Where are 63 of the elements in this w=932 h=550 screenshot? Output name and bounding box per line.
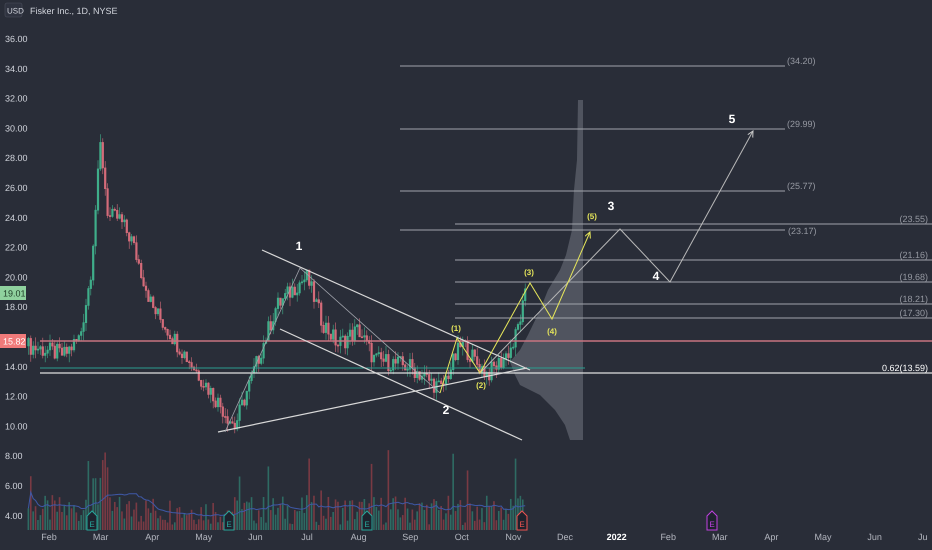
subwave-label: (1) bbox=[451, 324, 461, 333]
price-axis-label: 36.00 bbox=[5, 34, 28, 44]
fib-level-label: (29.99) bbox=[787, 119, 816, 129]
price-axis-label: 24.00 bbox=[5, 212, 28, 223]
time-axis-label: Dec bbox=[557, 532, 573, 542]
fib-level-label: (21.16) bbox=[899, 250, 928, 260]
subwave-label: (4) bbox=[547, 327, 557, 336]
price-axis-label: 26.00 bbox=[5, 183, 28, 193]
wave-label: 2 bbox=[442, 403, 450, 417]
time-axis-label: 2022 bbox=[606, 532, 627, 542]
fib-level-label: (23.17) bbox=[788, 226, 817, 236]
price-badge: 19.01 bbox=[0, 286, 26, 300]
time-axis-label: Jul bbox=[301, 532, 313, 542]
wave-label: 5 bbox=[728, 112, 736, 126]
price-axis-label: 18.00 bbox=[5, 302, 28, 312]
time-axis-label: Sep bbox=[402, 532, 418, 542]
earnings-marker[interactable]: E bbox=[86, 510, 98, 530]
fib-level-label: (34.20) bbox=[787, 56, 816, 66]
earnings-marker[interactable]: E bbox=[516, 510, 528, 530]
earnings-marker[interactable]: E bbox=[362, 510, 372, 530]
price-axis-label: 22.00 bbox=[5, 242, 28, 253]
time-axis-label: Feb bbox=[41, 532, 57, 542]
wave-label: 4 bbox=[652, 269, 660, 283]
price-axis-label: 8.00 bbox=[5, 451, 23, 462]
time-axis-label: Mar bbox=[92, 532, 108, 542]
time-axis-label: May bbox=[814, 532, 832, 542]
fib-level-label: (23.55) bbox=[899, 214, 928, 224]
price-badge: 15.82 bbox=[0, 334, 26, 348]
time-axis-label: Feb bbox=[660, 532, 676, 542]
subwave-label: (5) bbox=[587, 212, 597, 221]
earnings-marker[interactable]: E bbox=[224, 510, 234, 530]
time-axis-label: May bbox=[195, 532, 212, 542]
fib-level-label: (17.30) bbox=[899, 308, 928, 318]
time-axis-label: Apr bbox=[145, 532, 160, 542]
time-axis-label: Aug bbox=[350, 532, 367, 542]
subwave-label: (3) bbox=[524, 268, 534, 277]
time-axis-label: Nov bbox=[505, 532, 522, 542]
price-axis-label: 30.00 bbox=[5, 123, 28, 134]
chart-title: Fisker Inc., 1D, NYSE bbox=[30, 6, 118, 16]
time-axis-label: Jun bbox=[248, 532, 263, 542]
price-axis-label: 32.00 bbox=[5, 94, 28, 104]
fib-level-label: (25.77) bbox=[787, 181, 816, 191]
time-axis-label: Oct bbox=[454, 532, 469, 542]
price-axis-label: 10.00 bbox=[5, 421, 28, 432]
price-axis-label: 20.00 bbox=[5, 272, 28, 282]
price-axis-label: 28.00 bbox=[5, 153, 28, 164]
price-axis-label: 12.00 bbox=[5, 392, 28, 402]
fib-level-label: 0.62(13.59) bbox=[882, 363, 928, 373]
earnings-marker[interactable]: E bbox=[706, 510, 718, 530]
currency-label[interactable]: USD bbox=[4, 2, 24, 18]
wave-label: 1 bbox=[296, 239, 302, 253]
time-axis-label: Jun bbox=[867, 532, 882, 542]
time-axis-label: Apr bbox=[764, 532, 778, 542]
subwave-label: (2) bbox=[476, 381, 486, 390]
fib-level-label: (18.21) bbox=[899, 294, 928, 304]
wave-label: 3 bbox=[608, 199, 614, 213]
fib-level-label: (19.68) bbox=[899, 272, 928, 282]
price-axis-label: 4.00 bbox=[5, 510, 23, 521]
time-axis-label: Mar bbox=[712, 532, 728, 542]
price-axis-label: 14.00 bbox=[5, 362, 28, 372]
time-axis-label: Ju bbox=[918, 532, 928, 542]
price-axis-label: 6.00 bbox=[5, 481, 23, 491]
price-axis-label: 34.00 bbox=[5, 64, 28, 74]
